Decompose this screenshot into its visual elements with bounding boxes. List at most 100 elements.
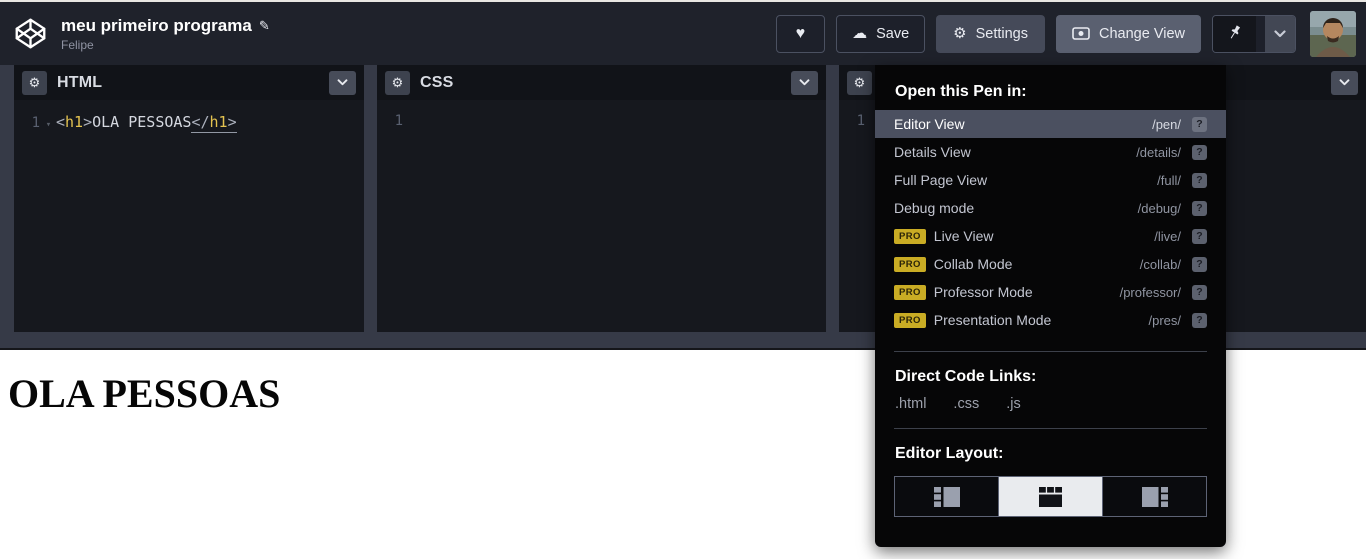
help-icon[interactable]: ? [1192,256,1207,272]
menu-item-details-view[interactable]: Details View /details/ ? [875,138,1226,166]
layout-top-editors-icon [1039,486,1062,507]
menu-divider [894,351,1207,352]
html-panel-header: ⚙ HTML [14,65,364,100]
token-open-bracket: < [56,113,66,131]
menu-item-full-page-view[interactable]: Full Page View /full/ ? [875,166,1226,194]
header-actions: ♥ ☁ Save ⚙ Settings Change View [775,10,1356,57]
code-fold-arrow[interactable]: ▾ [41,120,56,130]
chevron-down-icon [337,79,348,86]
layout-right-button[interactable] [1102,476,1207,517]
css-settings-gear-icon[interactable]: ⚙ [385,70,410,95]
pro-badge: PRO [894,284,926,300]
html-code-line[interactable]: <h1>OLA PESSOAS</h1> [56,113,237,133]
help-icon[interactable]: ? [1192,284,1207,300]
edit-title-pencil-icon[interactable]: ✎ [259,18,270,34]
css-editor-panel: ⚙ CSS 1 [377,65,826,332]
menu-item-label: Debug mode [894,200,975,216]
matching-tag-highlight: </h1> [191,113,237,133]
layout-top-button[interactable] [998,476,1103,517]
menu-item-path: /collab/ [1139,256,1181,272]
direct-code-links-heading: Direct Code Links: [895,368,1037,385]
menu-item-debug-mode[interactable]: Debug mode /debug/ ? [875,194,1226,222]
menu-divider [894,428,1207,429]
help-icon[interactable]: ? [1192,312,1207,328]
html-settings-gear-icon[interactable]: ⚙ [22,70,47,95]
codepen-cube-icon [15,18,45,49]
help-icon[interactable]: ? [1192,172,1207,188]
save-button[interactable]: ☁ Save [836,14,926,53]
menu-item-label: Professor Mode [933,284,1033,300]
direct-code-links: .html .css .js [895,396,1206,412]
change-view-button-label: Change View [1099,25,1185,42]
menu-item-label: Presentation Mode [933,312,1052,328]
css-panel-chevron[interactable] [791,70,818,95]
line-number: 1 [394,113,403,129]
settings-button[interactable]: ⚙ Settings [936,14,1045,53]
open-pen-heading: Open this Pen in: [895,83,1027,100]
token-close-tag: h1 [209,113,228,131]
menu-item-label: Editor View [894,116,965,132]
gear-icon: ⚙ [953,25,967,42]
menu-item-collab-mode[interactable]: PRO Collab Mode /collab/ ? [875,250,1226,278]
pen-author: Felipe [61,37,94,52]
help-icon[interactable]: ? [1192,116,1207,132]
like-button[interactable]: ♥ [775,14,826,53]
settings-button-label: Settings [975,25,1028,42]
help-icon[interactable]: ? [1192,200,1207,216]
menu-item-live-view[interactable]: PRO Live View /live/ ? [875,222,1226,250]
menu-item-path: /live/ [1154,228,1181,244]
view-window-icon [1072,27,1090,40]
chevron-down-icon [799,79,810,86]
pen-title-block: meu primeiro programa ✎ Felipe [61,16,270,52]
menu-item-professor-mode[interactable]: PRO Professor Mode /professor/ ? [875,278,1226,306]
menu-item-label: Full Page View [894,172,988,188]
pin-menu-chevron[interactable] [1265,15,1295,52]
pen-title: meu primeiro programa [61,15,252,35]
help-icon[interactable]: ? [1192,144,1207,160]
layout-right-sidebar-icon [1141,486,1168,507]
heart-icon: ♥ [795,24,806,42]
js-code-link[interactable]: .js [1006,396,1021,412]
menu-item-label: Details View [894,144,971,160]
pin-button[interactable] [1213,15,1256,52]
html-panel-chevron[interactable] [329,70,356,95]
token-text-content: OLA PESSOAS [92,113,192,131]
change-view-button[interactable]: Change View [1056,14,1201,53]
css-panel-title: CSS [420,73,454,91]
user-avatar[interactable] [1310,10,1356,57]
pushpin-icon [1230,25,1241,39]
token-open-bracket-close: > [83,113,93,131]
menu-item-editor-view[interactable]: Editor View /pen/ ? [875,110,1226,138]
menu-item-path: /professor/ [1119,284,1181,300]
css-code-link[interactable]: .css [953,396,979,412]
css-code-editor[interactable]: 1 [377,113,826,129]
token-open-tag: h1 [65,113,84,131]
menu-item-presentation-mode[interactable]: PRO Presentation Mode /pres/ ? [875,306,1226,334]
codepen-logo[interactable] [12,16,48,52]
editor-layout-heading: Editor Layout: [895,445,1004,462]
menu-item-path: /details/ [1136,144,1181,160]
js-panel-chevron[interactable] [1331,70,1358,95]
line-number: 1 [31,115,40,131]
menu-item-label: Collab Mode [933,256,1013,272]
pro-badge: PRO [894,312,926,328]
js-settings-gear-icon[interactable]: ⚙ [847,70,872,95]
save-button-label: Save [876,25,910,42]
help-icon[interactable]: ? [1192,228,1207,244]
editor-layout-options [894,476,1207,517]
change-view-dropdown: Open this Pen in: Editor View /pen/ ? De… [875,65,1226,547]
menu-item-path: /pres/ [1148,312,1181,328]
menu-item-label: Live View [933,228,994,244]
chevron-down-icon [1274,29,1286,37]
html-code-editor[interactable]: 1 ▾ <h1>OLA PESSOAS</h1> [14,113,364,133]
css-panel-header: ⚙ CSS [377,65,826,100]
chevron-down-icon [1339,79,1350,86]
cloud-icon: ☁ [852,25,868,42]
layout-left-button[interactable] [894,476,999,517]
html-code-link[interactable]: .html [895,396,926,412]
header-bar: meu primeiro programa ✎ Felipe ♥ ☁ Save … [0,2,1366,65]
pin-split-button [1212,14,1296,53]
pro-badge: PRO [894,228,926,244]
token-close-bracket: </ [191,113,210,131]
menu-item-path: /pen/ [1152,116,1181,132]
